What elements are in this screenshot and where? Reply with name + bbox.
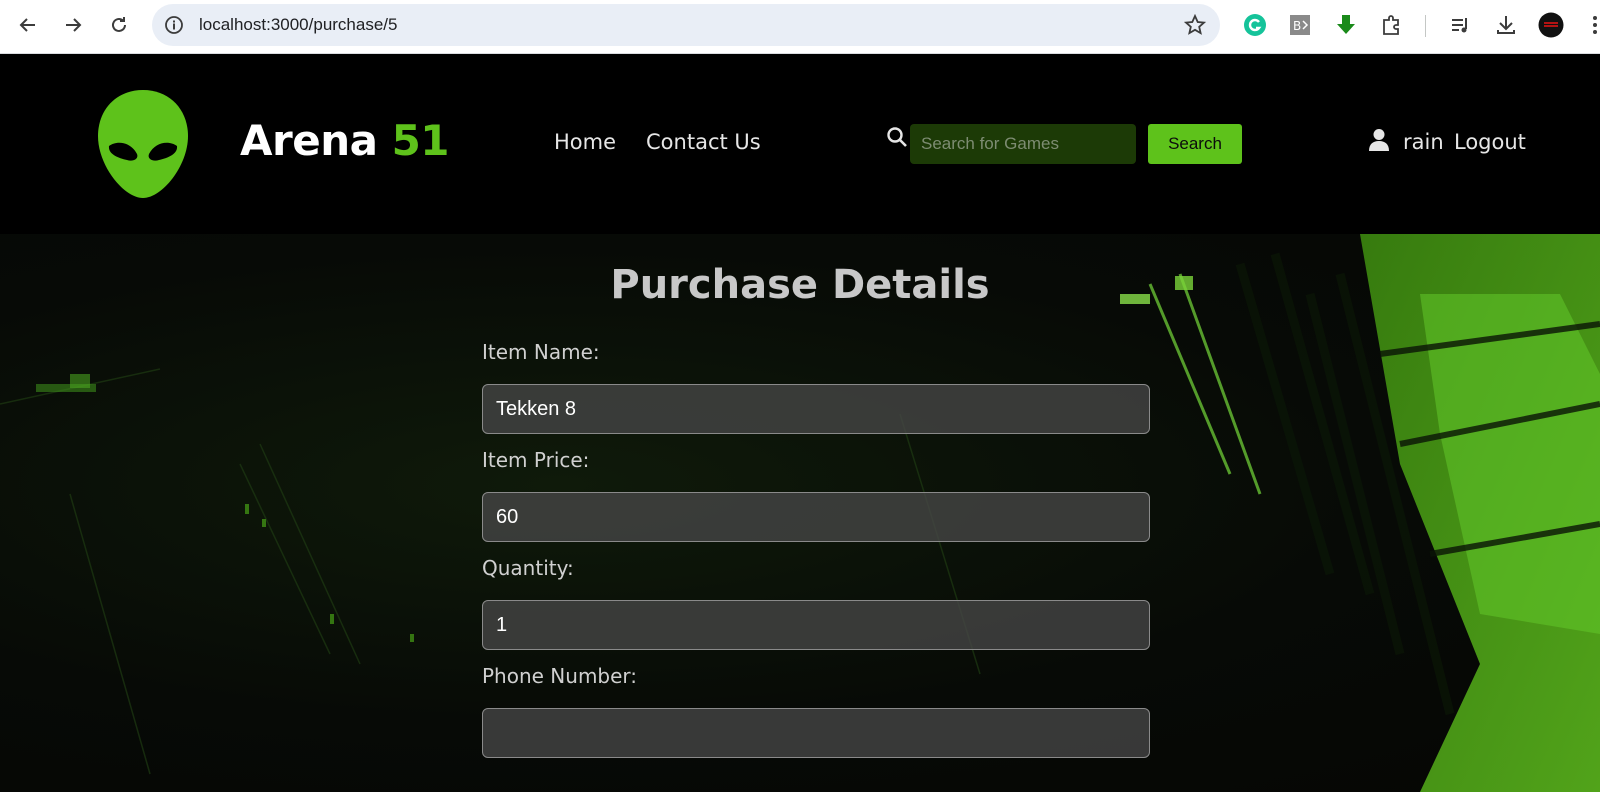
address-bar[interactable]: localhost:3000/purchase/5 <box>152 4 1220 46</box>
item-price-field[interactable] <box>482 492 1150 542</box>
alien-logo-icon[interactable] <box>96 88 190 200</box>
user-icon <box>1368 128 1390 152</box>
media-controls-icon[interactable] <box>1448 12 1474 38</box>
nav-contact-link[interactable]: Contact Us <box>646 130 761 154</box>
page-title: Purchase Details <box>610 262 990 308</box>
toolbar-divider <box>1425 15 1426 37</box>
download-helper-extension-icon[interactable] <box>1333 12 1359 38</box>
phone-number-field[interactable] <box>482 708 1150 758</box>
site-info-icon[interactable] <box>164 15 184 35</box>
main-nav: Home Contact Us <box>554 130 761 154</box>
site-brand[interactable]: Arena 51 <box>240 116 450 165</box>
url-text[interactable]: localhost:3000/purchase/5 <box>199 15 397 35</box>
nav-home-link[interactable]: Home <box>554 130 616 154</box>
logout-link[interactable]: Logout <box>1454 130 1526 154</box>
site-header: Arena 51 Home Contact Us Search rain Log… <box>0 54 1600 234</box>
search-input[interactable] <box>910 124 1136 164</box>
item-name-label: Item Name: <box>482 340 600 364</box>
browser-menu-icon[interactable] <box>1582 12 1600 38</box>
svg-text:B: B <box>1293 19 1301 33</box>
bookmark-star-icon[interactable] <box>1183 13 1207 36</box>
profile-avatar-icon[interactable] <box>1538 12 1564 38</box>
search-button[interactable]: Search <box>1148 124 1242 164</box>
purchase-form: Item Name: Item Price: Quantity: Phone N… <box>482 340 1150 772</box>
quantity-field[interactable] <box>482 600 1150 650</box>
browser-toolbar: localhost:3000/purchase/5 B <box>0 0 1600 54</box>
search-icon <box>886 126 908 148</box>
downloads-icon[interactable] <box>1493 12 1519 38</box>
reload-icon[interactable] <box>103 9 135 41</box>
item-price-label: Item Price: <box>482 448 590 472</box>
phone-number-label: Phone Number: <box>482 664 638 688</box>
brand-accent: 51 <box>391 116 450 165</box>
quantity-label: Quantity: <box>482 556 574 580</box>
item-name-field[interactable] <box>482 384 1150 434</box>
purchase-page: Purchase Details Item Name: Item Price: … <box>0 234 1600 792</box>
grammarly-extension-icon[interactable] <box>1242 12 1268 38</box>
back-arrow-icon[interactable] <box>12 9 44 41</box>
extensions-puzzle-icon[interactable] <box>1379 12 1405 38</box>
username-label[interactable]: rain <box>1403 130 1444 154</box>
brand-name: Arena <box>240 116 392 165</box>
reader-extension-icon[interactable]: B <box>1287 12 1313 38</box>
forward-arrow-icon[interactable] <box>57 9 89 41</box>
